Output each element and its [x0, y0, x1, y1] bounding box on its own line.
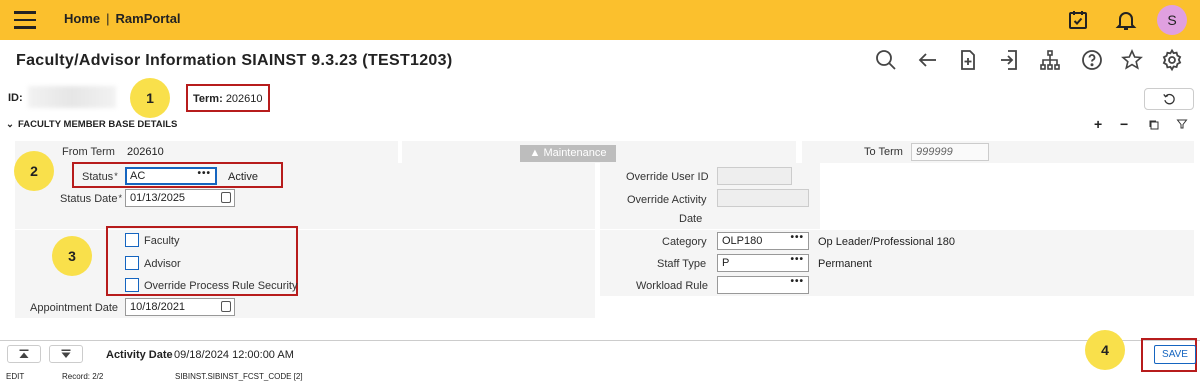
override-activity-field: [717, 189, 809, 207]
portal-name: RamPortal: [115, 11, 181, 26]
maintenance-label: Maintenance: [543, 147, 607, 159]
next-record-button[interactable]: [49, 345, 83, 363]
bell-icon[interactable]: [1114, 8, 1138, 32]
breadcrumb-separator: |: [106, 11, 110, 26]
advisor-label: Advisor: [144, 258, 181, 270]
workload-lookup-icon[interactable]: •••: [790, 277, 804, 287]
to-term-field: 999999: [911, 143, 989, 161]
delete-record-button[interactable]: −: [1120, 116, 1128, 132]
save-button[interactable]: SAVE: [1154, 345, 1196, 364]
chevron-down-icon: ⌄: [6, 119, 14, 130]
override-user-field: [717, 167, 792, 185]
help-icon[interactable]: [1080, 48, 1104, 72]
category-description: Op Leader/Professional 180: [818, 236, 955, 248]
annotation-marker-3: 3: [52, 236, 92, 276]
term-label: Term:: [193, 93, 223, 105]
top-bar: Home | RamPortal S: [0, 0, 1200, 40]
faculty-label: Faculty: [144, 235, 180, 247]
annotation-marker-2: 2: [14, 151, 54, 191]
status-date-field[interactable]: 01/13/2025: [125, 189, 235, 207]
advisor-checkbox[interactable]: [125, 256, 139, 270]
calendar-icon[interactable]: [221, 301, 231, 312]
appointment-date-field[interactable]: 10/18/2021: [125, 298, 235, 316]
to-term-label: To Term: [864, 146, 903, 158]
appointment-date-value: 10/18/2021: [130, 301, 186, 313]
staff-type-label: Staff Type: [657, 258, 707, 270]
category-lookup-icon[interactable]: •••: [790, 233, 804, 243]
id-label: ID:: [8, 92, 23, 104]
add-record-button[interactable]: +: [1094, 116, 1102, 132]
staff-type-value: P: [722, 257, 730, 269]
refresh-icon: [1163, 93, 1175, 105]
copy-icon[interactable]: [1148, 119, 1160, 131]
maintenance-button: ▲ Maintenance: [520, 145, 616, 162]
annotation-marker-1: 1: [130, 78, 170, 118]
status-date-label: Status Date*: [60, 193, 122, 205]
section-title: FACULTY MEMBER BASE DETAILS: [17, 119, 178, 130]
back-arrow-icon[interactable]: [916, 48, 940, 72]
status-description: Active: [228, 171, 258, 183]
export-icon[interactable]: [998, 48, 1022, 72]
override-activity-label-2: Date: [679, 213, 703, 225]
filter-icon[interactable]: [1176, 118, 1188, 130]
category-label: Category: [662, 236, 707, 248]
override-rule-label: Override Process Rule Security: [144, 280, 298, 292]
term-value: 202610: [225, 93, 263, 105]
menu-icon[interactable]: [14, 11, 36, 29]
staff-type-lookup-icon[interactable]: •••: [790, 255, 804, 265]
star-icon[interactable]: [1120, 48, 1144, 72]
override-user-label: Override User ID: [626, 171, 709, 183]
refresh-button[interactable]: [1144, 88, 1194, 110]
category-field[interactable]: OLP180 •••: [717, 232, 809, 250]
activity-date-label: Activity Date: [106, 349, 173, 361]
id-value-redacted: [28, 86, 116, 108]
mode-indicator: EDIT: [6, 372, 25, 381]
user-icon: ▲: [529, 147, 541, 159]
from-term-label: From Term: [62, 146, 115, 158]
next-record-icon: [61, 349, 71, 358]
status-field[interactable]: AC •••: [125, 167, 217, 185]
page-title: Faculty/Advisor Information SIAINST 9.3.…: [16, 52, 453, 69]
override-activity-label: Override Activity: [627, 194, 707, 206]
field-path: SIBINST.SIBINST_FCST_CODE [2]: [175, 372, 303, 381]
new-document-icon[interactable]: [956, 48, 980, 72]
category-value: OLP180: [722, 235, 763, 247]
staff-type-field[interactable]: P •••: [717, 254, 809, 272]
workload-label: Workload Rule: [636, 280, 708, 292]
faculty-checkbox[interactable]: [125, 233, 139, 247]
status-lookup-icon[interactable]: •••: [197, 169, 211, 179]
section-header[interactable]: ⌄ FACULTY MEMBER BASE DETAILS: [6, 119, 177, 130]
activity-date-value: 09/18/2024 12:00:00 AM: [174, 349, 294, 361]
annotation-marker-4: 4: [1085, 330, 1125, 370]
row-bg: [802, 141, 1194, 163]
from-term-value: 202610: [127, 146, 164, 158]
status-date-value: 01/13/2025: [130, 192, 186, 204]
avatar[interactable]: S: [1157, 5, 1187, 35]
appointment-date-label: Appointment Date: [30, 302, 119, 314]
gear-icon[interactable]: [1160, 48, 1184, 72]
calendar-check-icon[interactable]: [1066, 8, 1090, 32]
status-value: AC: [130, 170, 146, 182]
staff-type-description: Permanent: [818, 258, 872, 270]
first-record-button[interactable]: [7, 345, 41, 363]
status-label: Status*: [82, 171, 118, 183]
first-record-icon: [19, 349, 29, 358]
term-display: Term: 202610: [186, 84, 270, 112]
breadcrumb: Home | RamPortal: [64, 11, 181, 26]
calendar-icon[interactable]: [221, 192, 231, 203]
search-icon[interactable]: [874, 48, 898, 72]
home-link[interactable]: Home: [64, 11, 100, 26]
hierarchy-icon[interactable]: [1038, 48, 1062, 72]
override-rule-checkbox[interactable]: [125, 278, 139, 292]
workload-field[interactable]: •••: [717, 276, 809, 294]
record-count: Record: 2/2: [62, 372, 104, 381]
